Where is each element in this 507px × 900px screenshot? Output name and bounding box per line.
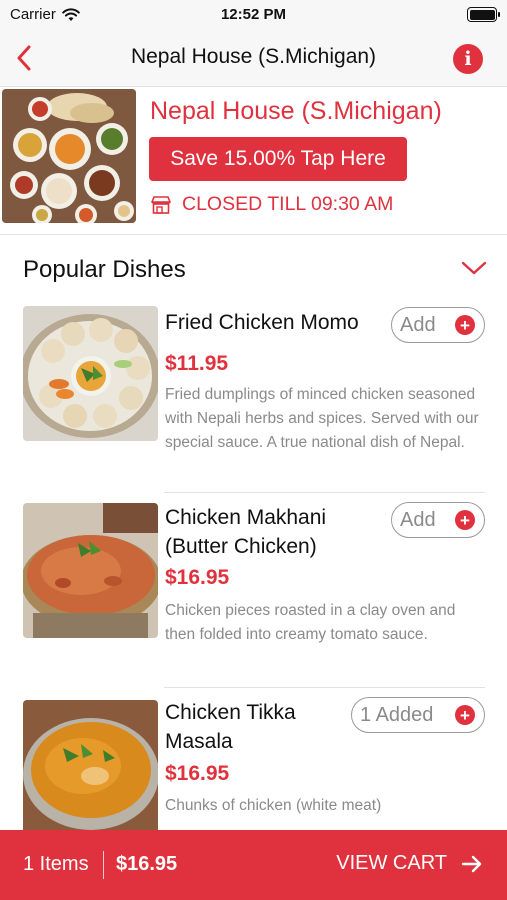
dish-image <box>23 503 158 638</box>
popular-dishes-header[interactable]: Popular Dishes <box>0 236 507 298</box>
dish-price: $16.95 <box>165 566 230 589</box>
status-bar: Carrier 12:52 PM <box>0 0 507 30</box>
add-button-label: Add <box>400 508 436 531</box>
divider <box>103 851 104 879</box>
battery-icon <box>467 7 500 22</box>
dish-item[interactable]: Chicken Tikka Masala $16.95 Chunks of ch… <box>0 688 507 830</box>
status-text: CLOSED TILL 09:30 AM <box>182 193 394 215</box>
add-button-label: Add <box>400 313 436 336</box>
restaurant-photo <box>2 89 136 223</box>
add-button[interactable]: 1 Added + <box>351 697 485 733</box>
collapse-button[interactable] <box>459 256 489 280</box>
dish-list[interactable]: Fried Chicken Momo $11.95 Fried dumpling… <box>0 298 507 830</box>
dish-price: $16.95 <box>165 762 230 785</box>
plus-circle-icon: + <box>455 705 475 725</box>
dish-description: Fried dumplings of minced chicken season… <box>165 386 479 451</box>
clock: 12:52 PM <box>220 6 287 23</box>
arrow-right-icon <box>461 855 482 872</box>
view-cart-label: VIEW CART <box>336 852 447 874</box>
restaurant-header: Nepal House (S.Michigan) Save 15.00% Tap… <box>0 87 507 235</box>
chevron-down-icon <box>461 261 487 275</box>
cart-total: $16.95 <box>116 853 178 875</box>
restaurant-name: Nepal House (S.Michigan) <box>150 97 442 125</box>
view-cart-button[interactable]: VIEW CART <box>336 852 483 875</box>
dish-name: Fried Chicken Momo <box>165 311 359 334</box>
page-title: Nepal House (S.Michigan) <box>130 45 377 68</box>
dish-item[interactable]: Fried Chicken Momo $11.95 Fried dumpling… <box>0 298 507 493</box>
plus-circle-icon: + <box>455 315 475 335</box>
dish-item[interactable]: Chicken Makhani (Butter Chicken) $16.95 … <box>0 493 507 688</box>
back-button[interactable] <box>8 42 40 74</box>
dish-price: $11.95 <box>165 352 229 375</box>
add-button-label: 1 Added <box>360 703 434 726</box>
opening-status: CLOSED TILL 09:30 AM <box>150 193 393 216</box>
store-icon <box>151 195 171 214</box>
dish-name: Chicken Tikka Masala <box>165 701 296 753</box>
info-icon: i <box>464 48 472 70</box>
dish-name: Chicken Makhani (Butter Chicken) <box>165 506 327 558</box>
dish-image <box>23 306 158 441</box>
cart-bar[interactable]: 1 Items $16.95 VIEW CART <box>0 830 507 900</box>
add-button[interactable]: Add + <box>391 502 485 538</box>
dish-description: Chicken pieces roasted in a clay oven an… <box>165 602 456 643</box>
dish-image <box>23 700 158 830</box>
section-title: Popular Dishes <box>23 256 186 283</box>
plus-circle-icon: + <box>455 510 475 530</box>
navigation-bar: Nepal House (S.Michigan) i <box>0 30 507 87</box>
cart-item-count: 1 Items <box>23 853 89 875</box>
chevron-left-icon <box>17 45 31 71</box>
promo-button[interactable]: Save 15.00% Tap Here <box>149 137 407 181</box>
add-button[interactable]: Add + <box>391 307 485 343</box>
dish-description: Chunks of chicken (white meat) <box>165 797 382 814</box>
info-button[interactable]: i <box>453 44 483 74</box>
